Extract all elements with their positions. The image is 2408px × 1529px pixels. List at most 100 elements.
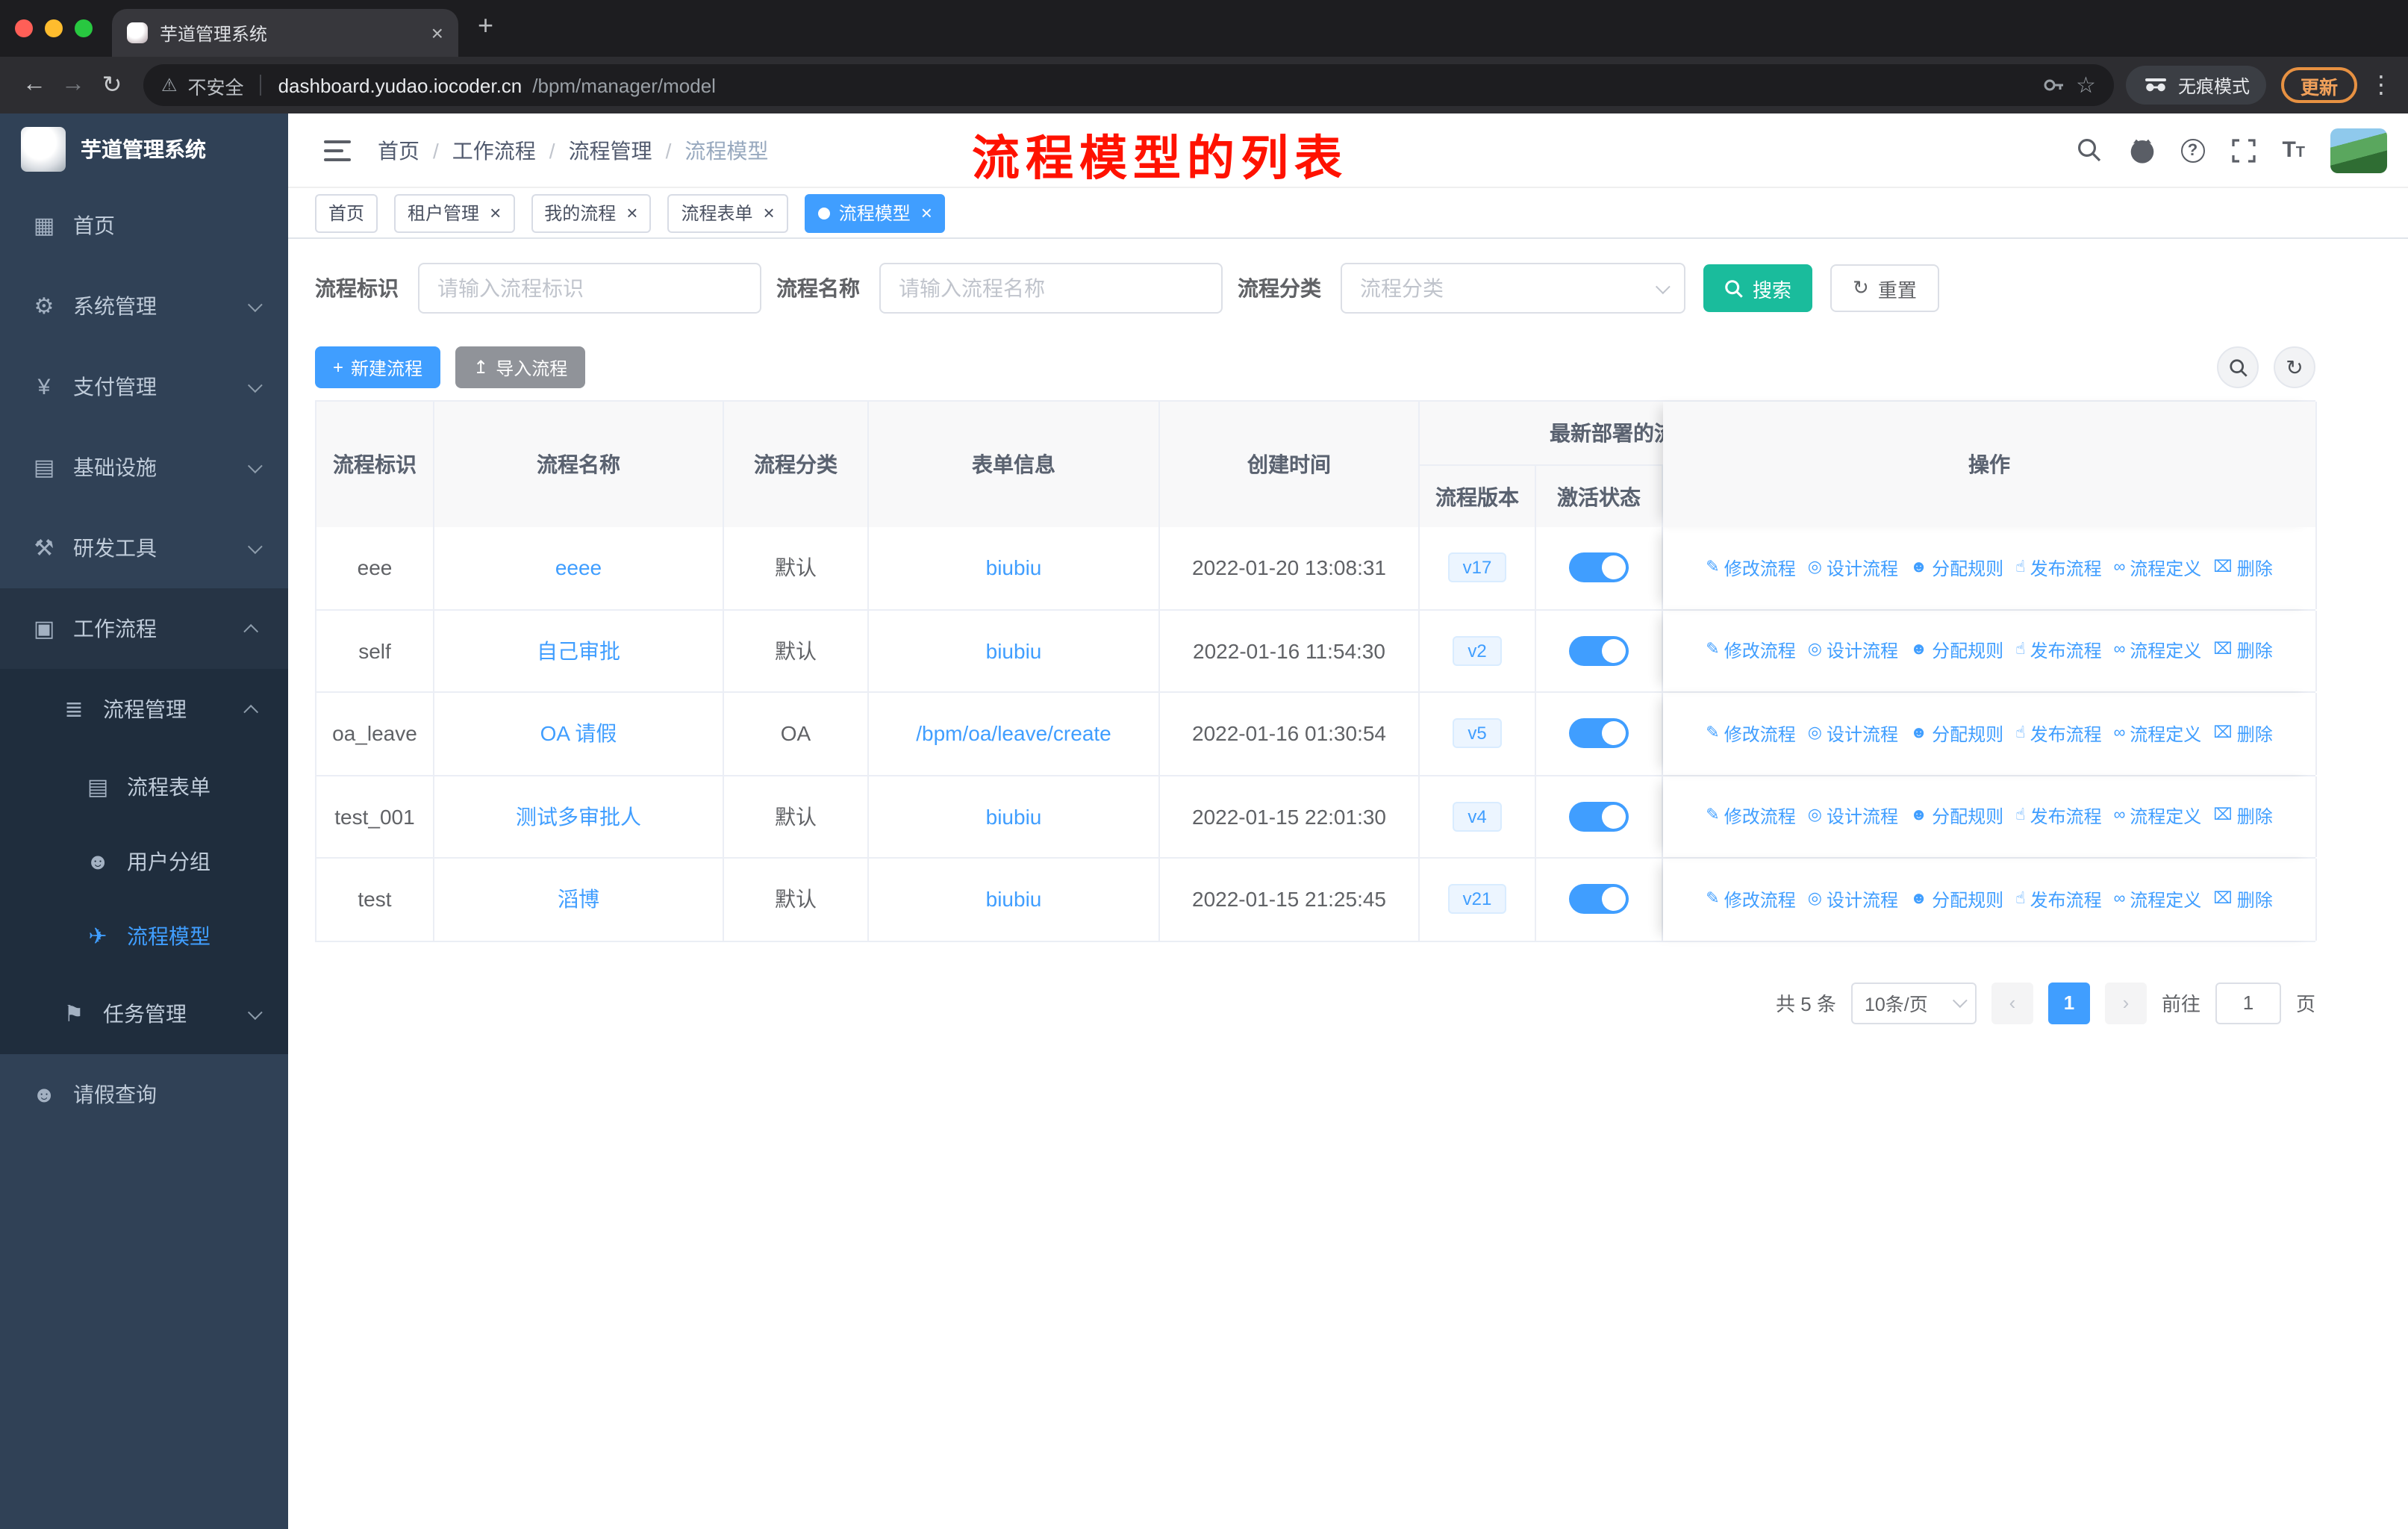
sidebar-item-home[interactable]: ▦ 首页 — [0, 185, 288, 266]
close-icon[interactable]: × — [490, 203, 501, 222]
avatar[interactable] — [2330, 128, 2387, 172]
zoom-window-button[interactable] — [75, 19, 93, 37]
action-publish[interactable]: ☝ 发布流程 — [2015, 555, 2101, 581]
create-process-button[interactable]: + 新建流程 — [315, 346, 441, 388]
active-toggle[interactable] — [1569, 801, 1629, 832]
action-modify[interactable]: ✎ 修改流程 — [1706, 555, 1795, 581]
address-bar[interactable]: ⚠ 不安全 dashboard.yudao.iocoder.cn/bpm/man… — [143, 64, 2114, 106]
security-label[interactable]: 不安全 — [188, 71, 244, 99]
update-button[interactable]: 更新 — [2280, 67, 2357, 103]
font-size-icon[interactable]: TT — [2282, 137, 2305, 163]
process-name-link[interactable]: OA 请假 — [540, 719, 617, 749]
action-modify[interactable]: ✎ 修改流程 — [1706, 887, 1795, 912]
new-tab-button[interactable]: + — [478, 10, 493, 42]
reload-icon[interactable]: ↻ — [93, 66, 131, 105]
sidebar-item-process-mgmt[interactable]: ≣ 流程管理 — [0, 669, 288, 750]
forward-icon[interactable]: → — [54, 66, 93, 105]
action-assign[interactable]: ☻ 分配规则 — [1910, 638, 2003, 664]
refresh-table-button[interactable]: ↻ — [2274, 346, 2315, 388]
active-toggle[interactable] — [1569, 718, 1629, 749]
action-publish[interactable]: ☝ 发布流程 — [2015, 887, 2101, 912]
process-name-link[interactable]: 测试多审批人 — [516, 802, 641, 832]
action-definition[interactable]: ∞ 流程定义 — [2114, 638, 2202, 664]
active-toggle[interactable] — [1569, 552, 1629, 583]
action-modify[interactable]: ✎ 修改流程 — [1706, 804, 1795, 829]
process-name-link[interactable]: eeee — [555, 556, 602, 580]
sidebar-item-workflow[interactable]: ▣ 工作流程 — [0, 588, 288, 669]
action-definition[interactable]: ∞ 流程定义 — [2114, 721, 2202, 747]
action-publish[interactable]: ☝ 发布流程 — [2015, 804, 2101, 829]
fullscreen-icon[interactable] — [2230, 137, 2256, 164]
breadcrumb-process-mgmt[interactable]: 流程管理 — [569, 135, 652, 165]
action-publish[interactable]: ☝ 发布流程 — [2015, 638, 2101, 664]
sidebar-item-devtools[interactable]: ⚒ 研发工具 — [0, 508, 288, 588]
action-modify[interactable]: ✎ 修改流程 — [1706, 638, 1795, 664]
github-icon[interactable] — [2128, 137, 2155, 164]
action-delete[interactable]: ⌧ 删除 — [2213, 721, 2272, 747]
prev-page-button[interactable]: ‹ — [1991, 982, 2033, 1024]
action-definition[interactable]: ∞ 流程定义 — [2114, 555, 2202, 581]
sidebar-item-leave-query[interactable]: ☻ 请假查询 — [0, 1054, 288, 1135]
process-name-link[interactable]: 自己审批 — [537, 636, 620, 666]
sidebar-item-process-model[interactable]: ✈ 流程模型 — [0, 899, 288, 974]
action-delete[interactable]: ⌧ 删除 — [2213, 555, 2272, 581]
close-window-button[interactable] — [15, 19, 33, 37]
import-process-button[interactable]: ↥ 导入流程 — [455, 346, 586, 388]
toggle-search-button[interactable] — [2217, 346, 2259, 388]
sidebar-item-payment[interactable]: ¥ 支付管理 — [0, 346, 288, 427]
browser-tab[interactable]: 芋道管理系统 × — [112, 9, 458, 57]
sidebar-item-system[interactable]: ⚙ 系统管理 — [0, 266, 288, 346]
form-info-link[interactable]: biubiu — [986, 805, 1042, 829]
back-icon[interactable]: ← — [15, 66, 54, 105]
tag-process-model[interactable]: 流程模型 × — [804, 193, 946, 232]
action-definition[interactable]: ∞ 流程定义 — [2114, 887, 2202, 912]
form-info-link[interactable]: biubiu — [986, 639, 1042, 663]
search-button[interactable]: 搜索 — [1703, 264, 1813, 312]
action-definition[interactable]: ∞ 流程定义 — [2114, 804, 2202, 829]
action-design[interactable]: ◎ 设计流程 — [1808, 638, 1898, 664]
form-info-link[interactable]: biubiu — [986, 556, 1042, 580]
action-delete[interactable]: ⌧ 删除 — [2213, 887, 2272, 912]
tag-home[interactable]: 首页 — [315, 193, 378, 232]
sidebar-item-user-group[interactable]: ☻ 用户分组 — [0, 824, 288, 899]
current-page[interactable]: 1 — [2047, 982, 2090, 1024]
action-design[interactable]: ◎ 设计流程 — [1808, 555, 1898, 581]
bookmark-star-icon[interactable]: ☆ — [2076, 72, 2096, 99]
action-delete[interactable]: ⌧ 删除 — [2213, 804, 2272, 829]
close-icon[interactable]: × — [764, 203, 775, 222]
process-name-input[interactable] — [879, 263, 1223, 314]
form-info-link[interactable]: /bpm/oa/leave/create — [916, 722, 1111, 746]
search-icon[interactable] — [2076, 137, 2103, 164]
form-info-link[interactable]: biubiu — [986, 888, 1042, 912]
breadcrumb-home[interactable]: 首页 — [378, 135, 419, 165]
tab-close-icon[interactable]: × — [431, 22, 443, 43]
page-size-select[interactable]: 10条/页 — [1850, 982, 1977, 1024]
minimize-window-button[interactable] — [45, 19, 63, 37]
help-icon[interactable]: ? — [2180, 138, 2205, 162]
action-design[interactable]: ◎ 设计流程 — [1808, 887, 1898, 912]
active-toggle[interactable] — [1569, 884, 1629, 915]
sidebar-item-process-form[interactable]: ▤ 流程表单 — [0, 750, 288, 824]
process-key-input[interactable] — [418, 263, 761, 314]
sidebar-item-task-mgmt[interactable]: ⚑ 任务管理 — [0, 974, 288, 1054]
action-design[interactable]: ◎ 设计流程 — [1808, 721, 1898, 747]
tag-process-form[interactable]: 流程表单 × — [667, 193, 788, 232]
tag-my-process[interactable]: 我的流程 × — [531, 193, 652, 232]
action-modify[interactable]: ✎ 修改流程 — [1706, 721, 1795, 747]
active-toggle[interactable] — [1569, 635, 1629, 666]
app-logo[interactable]: 芋道管理系统 — [0, 113, 288, 185]
action-design[interactable]: ◎ 设计流程 — [1808, 804, 1898, 829]
action-assign[interactable]: ☻ 分配规则 — [1910, 887, 2003, 912]
close-icon[interactable]: × — [921, 203, 932, 222]
process-category-select[interactable]: 流程分类 — [1341, 263, 1685, 314]
action-delete[interactable]: ⌧ 删除 — [2213, 638, 2272, 664]
action-assign[interactable]: ☻ 分配规则 — [1910, 804, 2003, 829]
tag-tenant[interactable]: 租户管理 × — [394, 193, 515, 232]
action-assign[interactable]: ☻ 分配规则 — [1910, 721, 2003, 747]
next-page-button[interactable]: › — [2104, 982, 2147, 1024]
close-icon[interactable]: × — [626, 203, 637, 222]
action-publish[interactable]: ☝ 发布流程 — [2015, 721, 2101, 747]
password-key-icon[interactable] — [2042, 73, 2065, 97]
browser-menu-icon[interactable]: ⋮ — [2369, 70, 2393, 100]
hamburger-icon[interactable] — [324, 140, 351, 161]
